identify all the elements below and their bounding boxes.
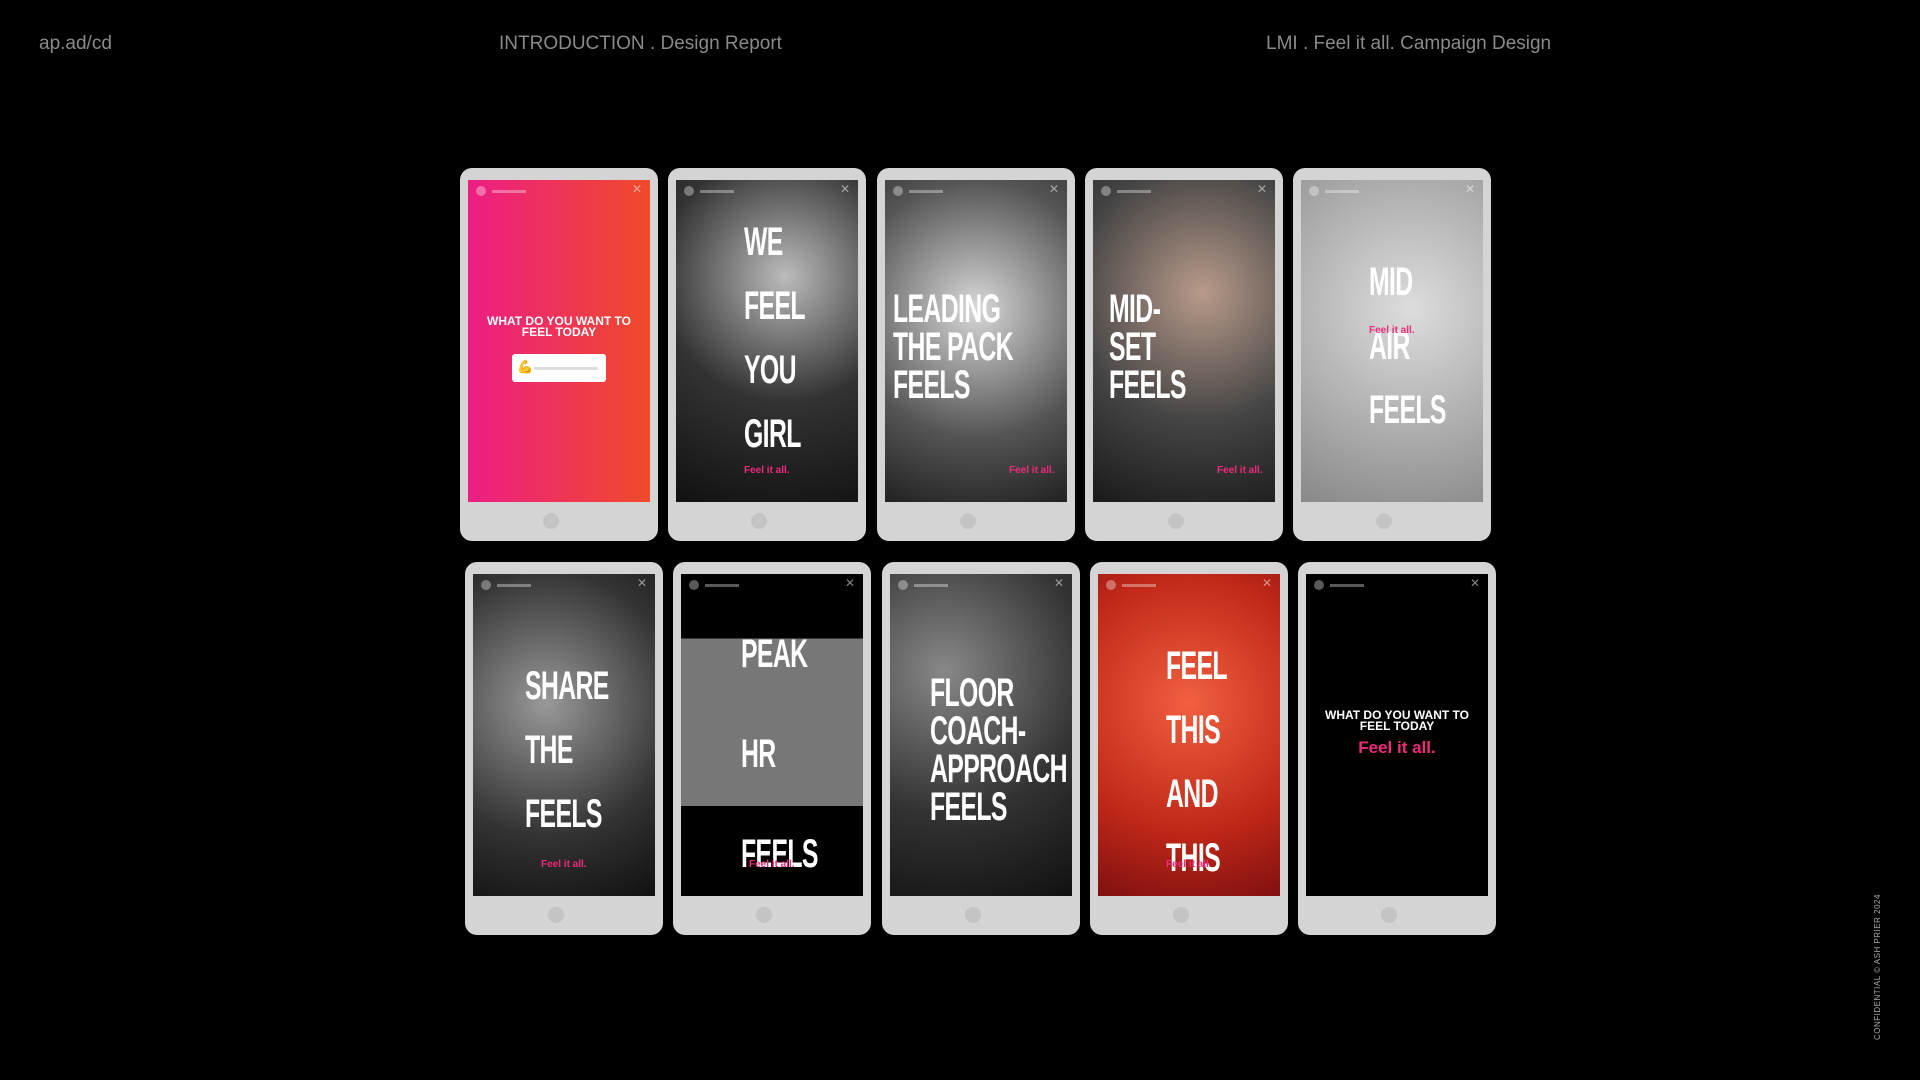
avatar — [1106, 580, 1116, 590]
story-mockup: ✕ WHAT DO YOU WANT TO FEEL TODAY Feel it a… — [1298, 562, 1496, 935]
close-icon[interactable]: ✕ — [1470, 576, 1480, 590]
story-headline: SHARE THE FEELS — [525, 664, 609, 836]
story-headline: WE FEEL YOU GIRL — [744, 220, 806, 456]
feel-it-all-tag: Feel it all. — [749, 859, 795, 870]
brand-label: ap.ad/cd — [39, 33, 112, 54]
avatar — [476, 186, 486, 196]
feel-it-all-tag: Feel it all. — [541, 859, 587, 870]
avatar — [481, 580, 491, 590]
close-icon[interactable]: ✕ — [1465, 182, 1475, 196]
username-placeholder — [492, 190, 526, 193]
avatar — [1101, 186, 1111, 196]
story-screen: ✕ WHAT DO YOU WANT TO FEEL TODAY Feel it a… — [1306, 574, 1488, 896]
story-header: ✕ — [1106, 576, 1272, 590]
close-icon[interactable]: ✕ — [1054, 576, 1064, 590]
username-placeholder — [705, 584, 739, 587]
username-placeholder — [700, 190, 734, 193]
username-placeholder — [914, 584, 948, 587]
story-header: ✕ — [893, 182, 1059, 196]
story-mockup: ✕ PEAK HR FEELS Feel it all. — [673, 562, 871, 935]
feel-it-all-tag: Feel it all. — [1369, 325, 1415, 336]
story-mockup: ✕ WE FEEL YOU GIRL Feel it all. — [668, 168, 866, 541]
project-title: LMI . Feel it all. Campaign Design — [1266, 33, 1552, 54]
close-icon[interactable]: ✕ — [1257, 182, 1267, 196]
story-mockup: ✕ MID- SET FEELS Feel it all. — [1085, 168, 1283, 541]
close-icon[interactable]: ✕ — [845, 576, 855, 590]
story-screen: ✕ WHAT DO YOU WANT TO FEEL TODAY 💪 — [468, 180, 650, 502]
close-icon[interactable]: ✕ — [632, 182, 642, 196]
avatar — [689, 580, 699, 590]
home-button — [543, 513, 559, 529]
username-placeholder — [1117, 190, 1151, 193]
story-mockup: ✕ LEADING THE PACK FEELS Feel it all. — [877, 168, 1075, 541]
home-button — [1381, 907, 1397, 923]
avatar — [1314, 580, 1324, 590]
username-placeholder — [1122, 584, 1156, 587]
slider-track — [534, 367, 598, 370]
feel-it-all-tag: Feel it all. — [1009, 465, 1055, 476]
home-button — [1168, 513, 1184, 529]
story-header: ✕ — [1309, 182, 1475, 196]
home-button — [960, 513, 976, 529]
story-screen: ✕ WE FEEL YOU GIRL Feel it all. — [676, 180, 858, 502]
story-header: ✕ — [684, 182, 850, 196]
home-button — [1173, 907, 1189, 923]
confidential-notice: CONFIDENTIAL © ASH PRIER 2024 — [1873, 894, 1882, 1040]
story-screen: ✕ MID- SET FEELS Feel it all. — [1093, 180, 1275, 502]
story-screen: ✕ SHARE THE FEELS Feel it all. — [473, 574, 655, 896]
story-screen: ✕ PEAK HR FEELS Feel it all. — [681, 574, 863, 896]
home-button — [756, 907, 772, 923]
story-screen: ✕ MID AIR FEELS Feel it all. — [1301, 180, 1483, 502]
avatar — [684, 186, 694, 196]
story-header: ✕ — [689, 576, 855, 590]
story-question: WHAT DO YOU WANT TO FEEL TODAY — [487, 314, 631, 339]
story-header: ✕ — [1314, 576, 1480, 590]
username-placeholder — [1325, 190, 1359, 193]
story-headline: FEEL THIS AND THIS — [1166, 644, 1228, 880]
story-header: ✕ — [898, 576, 1064, 590]
emoji-slider[interactable]: 💪 — [512, 354, 606, 382]
story-headline: MID AIR FEELS — [1369, 260, 1446, 432]
story-screen: ✕ LEADING THE PACK FEELS Feel it all. — [885, 180, 1067, 502]
feel-it-all-tag: Feel it all. — [1358, 738, 1436, 757]
story-header: ✕ — [481, 576, 647, 590]
close-icon[interactable]: ✕ — [1262, 576, 1272, 590]
close-icon[interactable]: ✕ — [1049, 182, 1059, 196]
avatar — [893, 186, 903, 196]
story-mockup: ✕ MID AIR FEELS Feel it all. — [1293, 168, 1491, 541]
story-screen: ✕ FEEL THIS AND THIS Feel it all. — [1098, 574, 1280, 896]
story-header: ✕ — [476, 182, 642, 196]
story-headline: FLOOR COACH- APPROACH FEELS — [930, 671, 1068, 829]
feel-it-all-tag: Feel it all. — [1217, 465, 1263, 476]
story-mockup: ✕ FEEL THIS AND THIS Feel it all. — [1090, 562, 1288, 935]
avatar — [1309, 186, 1319, 196]
story-mockup: ✕ SHARE THE FEELS Feel it all. — [465, 562, 663, 935]
close-icon[interactable]: ✕ — [637, 576, 647, 590]
username-placeholder — [909, 190, 943, 193]
story-header: ✕ — [1101, 182, 1267, 196]
close-icon[interactable]: ✕ — [840, 182, 850, 196]
feel-it-all-tag: Feel it all. — [744, 465, 790, 476]
story-headline: PEAK HR FEELS — [741, 632, 818, 876]
story-mockup: ✕ FLOOR COACH- APPROACH FEELS — [882, 562, 1080, 935]
story-headline: LEADING THE PACK FEELS — [893, 287, 1014, 407]
home-button — [548, 907, 564, 923]
flexed-biceps-icon: 💪 — [517, 359, 534, 374]
username-placeholder — [1330, 584, 1364, 587]
avatar — [898, 580, 908, 590]
story-mockup: ✕ WHAT DO YOU WANT TO FEEL TODAY 💪 — [460, 168, 658, 541]
username-placeholder — [497, 584, 531, 587]
story-screen: ✕ FLOOR COACH- APPROACH FEELS — [890, 574, 1072, 896]
home-button — [1376, 513, 1392, 529]
story-question: WHAT DO YOU WANT TO FEEL TODAY — [1325, 708, 1469, 733]
home-button — [965, 907, 981, 923]
feel-it-all-tag: Feel it all. — [1166, 859, 1212, 870]
section-title: INTRODUCTION . Design Report — [499, 33, 782, 54]
story-headline: MID- SET FEELS — [1109, 287, 1186, 407]
home-button — [751, 513, 767, 529]
